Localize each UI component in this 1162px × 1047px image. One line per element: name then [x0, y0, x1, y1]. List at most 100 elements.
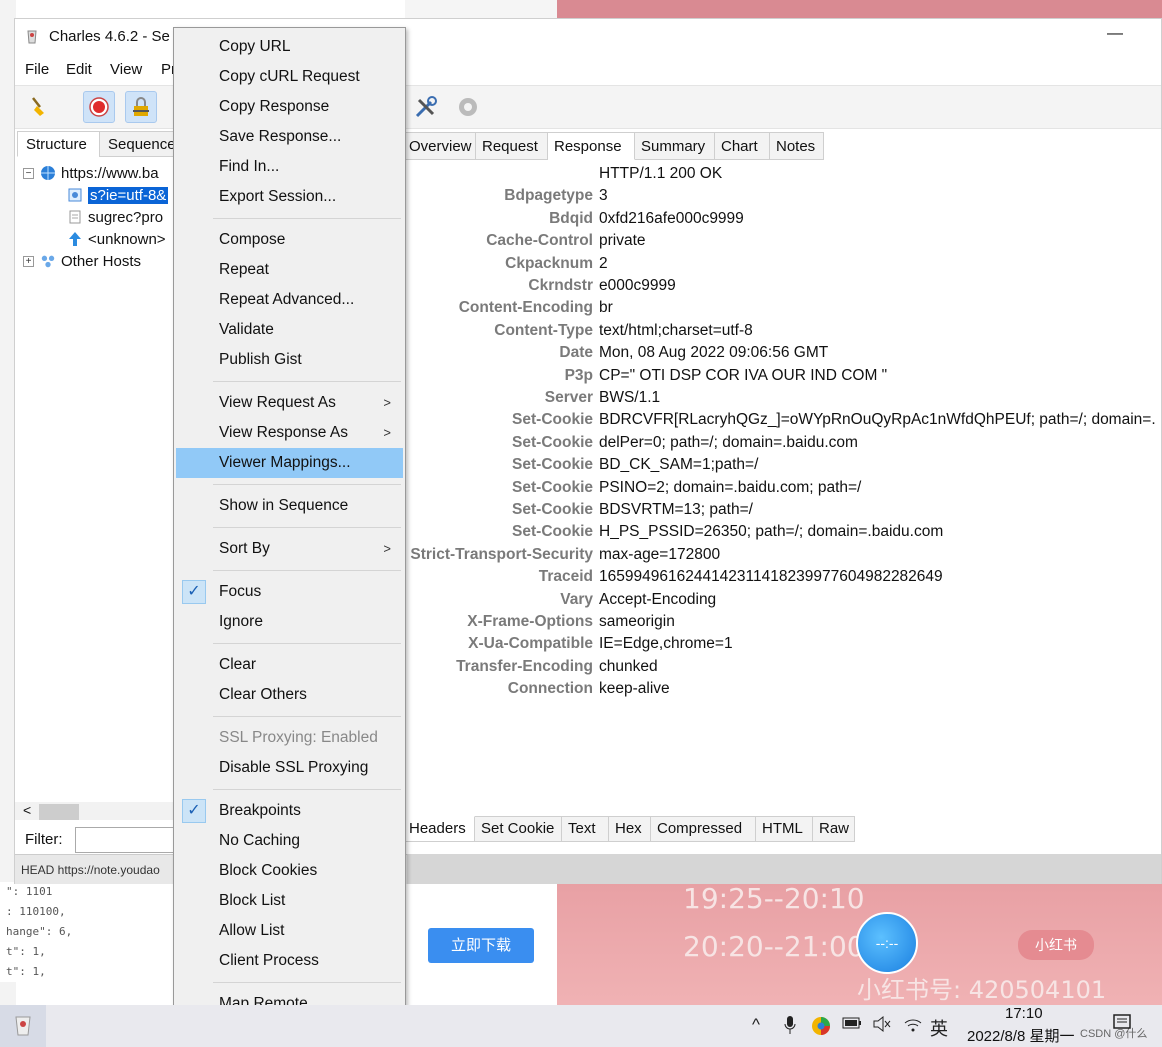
menu-item-copy-curl-request[interactable]: Copy cURL Request — [176, 62, 403, 92]
header-value: H_PS_PSSID=26350; path=/; domain=.baidu.… — [599, 523, 944, 541]
menu-item-label: Viewer Mappings... — [219, 454, 351, 471]
tree-row-other-hosts[interactable]: + Other Hosts — [23, 250, 141, 272]
tree-label: Other Hosts — [61, 252, 142, 270]
gear-icon[interactable] — [452, 91, 484, 123]
broom-icon[interactable] — [25, 91, 57, 123]
menu-item-publish-gist[interactable]: Publish Gist — [176, 345, 403, 375]
ssl-lock-icon[interactable] — [125, 91, 157, 123]
menu-item-no-caching[interactable]: No Caching — [176, 826, 403, 856]
menu-item-viewer-mappings[interactable]: Viewer Mappings... — [176, 448, 403, 478]
header-row: Date Mon, 08 Aug 2022 09:06:56 GMT — [403, 344, 1162, 366]
background-note-window-top — [405, 0, 557, 18]
request-icon — [67, 187, 83, 203]
menu-item-copy-response[interactable]: Copy Response — [176, 92, 403, 122]
menu-separator — [213, 982, 401, 983]
tab-text[interactable]: Text — [562, 816, 609, 842]
microphone-icon[interactable] — [784, 1015, 796, 1040]
battery-icon[interactable] — [842, 1015, 862, 1035]
menu-item-clear[interactable]: Clear — [176, 650, 403, 680]
menu-item-find-in[interactable]: Find In... — [176, 152, 403, 182]
tab-html[interactable]: HTML — [756, 816, 813, 842]
tree-row-request-selected[interactable]: s?ie=utf-8& — [67, 184, 169, 206]
notification-icon[interactable] — [1112, 1013, 1132, 1038]
menu-item-block-cookies[interactable]: Block Cookies — [176, 856, 403, 886]
menu-item-allow-list[interactable]: Allow List — [176, 916, 403, 946]
menu-item-label: Show in Sequence — [219, 497, 349, 514]
tab-summary[interactable]: Summary — [635, 132, 715, 160]
tree-row-host[interactable]: − https://www.ba — [23, 162, 159, 184]
charles-taskbar-icon[interactable] — [0, 1005, 46, 1047]
tab-chart[interactable]: Chart — [715, 132, 770, 160]
scroll-thumb[interactable] — [39, 804, 79, 820]
code-line: ": 1101 — [6, 885, 53, 898]
schedule-text-1: 19:25--20:10 — [683, 882, 865, 915]
header-row: Vary Accept-Encoding — [403, 591, 1162, 613]
speaker-muted-icon[interactable] — [872, 1015, 892, 1038]
filter-label: Filter: — [25, 831, 63, 848]
wifi-icon[interactable] — [903, 1015, 923, 1038]
menu-item-label: Ignore — [219, 613, 263, 630]
ime-indicator[interactable]: 英 — [930, 1015, 948, 1041]
status-bar-right — [407, 854, 1161, 884]
menu-item-disable-ssl-proxying[interactable]: Disable SSL Proxying — [176, 753, 403, 783]
menu-item-label: Client Process — [219, 952, 319, 969]
tab-hex[interactable]: Hex — [609, 816, 651, 842]
tab-notes[interactable]: Notes — [770, 132, 824, 160]
menu-separator — [213, 381, 401, 382]
menu-item-view-request-as[interactable]: View Request As > — [176, 388, 403, 418]
tab-compressed[interactable]: Compressed — [651, 816, 756, 842]
menu-item-sort-by[interactable]: Sort By > — [176, 534, 403, 564]
taskbar-time[interactable]: 17:10 — [1005, 1005, 1043, 1022]
tree-row-request[interactable]: sugrec?pro — [67, 206, 163, 228]
menu-item-focus[interactable]: ✓ Focus — [176, 577, 403, 607]
scroll-left-icon[interactable]: < — [23, 802, 31, 818]
taskbar-date[interactable]: 2022/8/8 星期一 — [967, 1025, 1075, 1046]
menu-item-repeat-advanced[interactable]: Repeat Advanced... — [176, 285, 403, 315]
tab-set-cookie[interactable]: Set Cookie — [475, 816, 562, 842]
menu-item-copy-url[interactable]: Copy URL — [176, 32, 403, 62]
menu-item-label: Compose — [219, 231, 286, 248]
checkmark-icon: ✓ — [182, 580, 206, 604]
menu-item-show-in-sequence[interactable]: Show in Sequence — [176, 491, 403, 521]
tab-structure[interactable]: Structure — [17, 131, 101, 157]
minimize-button[interactable]: — — [1107, 25, 1123, 43]
expand-toggle[interactable]: + — [23, 255, 34, 267]
menu-view[interactable]: View — [110, 61, 142, 78]
menu-item-label: Clear Others — [219, 686, 307, 703]
tab-headers[interactable]: Headers — [403, 816, 475, 842]
menu-item-label: Copy Response — [219, 98, 330, 115]
record-icon[interactable] — [83, 91, 115, 123]
header-value: chunked — [599, 657, 658, 675]
menu-edit[interactable]: Edit — [66, 61, 92, 78]
tree-label: <unknown> — [88, 230, 166, 248]
menu-item-validate[interactable]: Validate — [176, 315, 403, 345]
menu-item-label: Repeat — [219, 261, 269, 278]
menu-item-view-response-as[interactable]: View Response As > — [176, 418, 403, 448]
horizontal-scrollbar[interactable]: < — [15, 802, 175, 820]
tab-overview[interactable]: Overview — [403, 132, 476, 160]
collapse-toggle[interactable]: − — [23, 167, 34, 179]
menu-item-compose[interactable]: Compose — [176, 225, 403, 255]
menu-item-client-process[interactable]: Client Process — [176, 946, 403, 976]
menu-item-clear-others[interactable]: Clear Others — [176, 680, 403, 710]
browser-icon[interactable] — [810, 1015, 832, 1042]
menu-file[interactable]: File — [25, 61, 49, 78]
tree-row-request[interactable]: <unknown> — [67, 228, 166, 250]
menu-item-save-response[interactable]: Save Response... — [176, 122, 403, 152]
download-button[interactable]: 立即下载 — [428, 928, 534, 963]
tools-icon[interactable] — [410, 91, 442, 123]
tab-request[interactable]: Request — [476, 132, 548, 160]
tab-raw[interactable]: Raw — [813, 816, 855, 842]
header-value: Mon, 08 Aug 2022 09:06:56 GMT — [599, 344, 829, 362]
header-row: Bdqid 0xfd216afe000c9999 — [403, 210, 1162, 232]
menu-separator — [213, 484, 401, 485]
tab-response[interactable]: Response — [548, 132, 635, 160]
menu-item-export-session[interactable]: Export Session... — [176, 182, 403, 212]
header-name: Bdqid — [549, 209, 593, 227]
menu-item-breakpoints[interactable]: ✓ Breakpoints — [176, 796, 403, 826]
tray-chevron-up-icon[interactable]: ^ — [752, 1015, 760, 1035]
menu-item-repeat[interactable]: Repeat — [176, 255, 403, 285]
menu-item-block-list[interactable]: Block List — [176, 886, 403, 916]
code-line: hange": 6, — [6, 925, 73, 938]
menu-item-ignore[interactable]: Ignore — [176, 607, 403, 637]
